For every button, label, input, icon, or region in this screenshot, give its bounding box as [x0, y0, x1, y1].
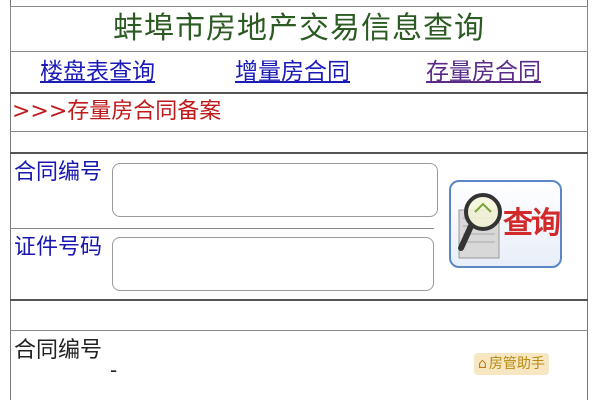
- magnifier-icon: [458, 193, 502, 259]
- page-title-bar: 蚌埠市房地产交易信息查询: [10, 6, 588, 52]
- id-no-label: 证件号码: [14, 235, 103, 260]
- result-contract-no-value: -: [110, 358, 118, 382]
- nav-link-existing-house-contract[interactable]: 存量房合同: [426, 56, 541, 88]
- divider: [10, 152, 588, 154]
- page-title: 蚌埠市房地产交易信息查询: [113, 11, 485, 46]
- contract-no-label: 合同编号: [14, 160, 103, 185]
- house-helper-button[interactable]: ⌂ 房管助手: [474, 353, 549, 375]
- house-helper-label: 房管助手: [488, 356, 545, 372]
- divider: [10, 330, 588, 331]
- result-contract-no-label: 合同编号: [14, 338, 103, 363]
- nav-link-new-house-contract[interactable]: 增量房合同: [235, 56, 350, 88]
- divider: [10, 299, 588, 301]
- query-button-label: 查询: [503, 206, 561, 241]
- breadcrumb: >>>存量房合同备案: [12, 99, 222, 124]
- divider: [10, 228, 434, 229]
- nav-bar: 楼盘表查询 增量房合同 存量房合同: [10, 54, 588, 90]
- house-icon: ⌂: [478, 356, 487, 372]
- query-button[interactable]: 查询: [449, 180, 562, 268]
- divider: [10, 131, 588, 132]
- id-no-input[interactable]: [112, 237, 434, 291]
- nav-link-building-table[interactable]: 楼盘表查询: [40, 56, 155, 88]
- divider: [10, 92, 588, 94]
- contract-no-input[interactable]: [112, 163, 438, 217]
